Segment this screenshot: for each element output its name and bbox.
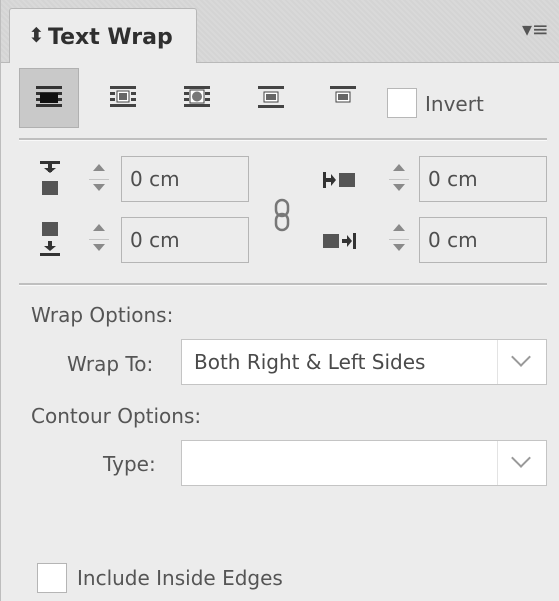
tab-text-wrap[interactable]: ⬍ Text Wrap [9,8,197,63]
chevron-down-icon[interactable] [497,441,546,485]
wrap-around-object-shape-button[interactable] [167,68,227,128]
panel-tab-bar: ⬍ Text Wrap ▾≡ [1,0,559,63]
chevron-down-icon[interactable] [497,340,546,384]
bottom-offset-icon [40,222,60,256]
top-offset-field[interactable]: 0 cm [121,156,249,202]
jump-object-button[interactable] [241,68,301,128]
text-wrap-panel: ⬍ Text Wrap ▾≡ Invert 0 cm 0 cm 0 cm 0 c… [0,0,559,601]
no-text-wrap-icon [36,86,62,107]
wrap-to-select[interactable]: Both Right & Left Sides [181,339,547,385]
wrap-to-value: Both Right & Left Sides [194,350,426,374]
right-offset-field[interactable]: 0 cm [419,217,547,263]
collapse-arrows-icon[interactable]: ⬍ [28,23,45,47]
bottom-offset-field[interactable]: 0 cm [121,217,249,263]
bottom-offset-spinner[interactable] [85,218,115,262]
link-chain-icon[interactable] [273,198,291,232]
panel-menu-icon[interactable]: ▾≡ [522,18,549,40]
top-offset-icon [40,161,60,195]
contour-options-heading: Contour Options: [31,404,202,428]
left-offset-field[interactable]: 0 cm [419,156,547,202]
left-offset-icon [323,172,355,188]
wrap-to-label: Wrap To: [67,352,154,376]
include-inside-edges-checkbox[interactable] [37,563,67,593]
jump-to-next-column-icon [330,86,356,103]
divider [19,138,547,141]
invert-checkbox[interactable] [387,88,417,118]
panel-title: Text Wrap [48,25,173,50]
jump-to-next-column-button[interactable] [313,68,373,128]
jump-object-icon [258,86,284,108]
wrap-around-bounding-box-button[interactable] [93,68,153,128]
invert-label: Invert [425,92,484,116]
right-offset-spinner[interactable] [385,218,415,262]
contour-type-select[interactable] [181,440,547,486]
wrap-around-bounding-box-icon [110,86,136,107]
top-offset-spinner[interactable] [85,158,115,202]
wrap-around-object-shape-icon [184,86,210,107]
no-text-wrap-button[interactable] [19,68,79,128]
include-inside-edges-label: Include Inside Edges [77,566,283,590]
divider [19,283,547,286]
right-offset-icon [323,233,356,249]
contour-type-label: Type: [103,452,156,476]
left-offset-spinner[interactable] [385,158,415,202]
wrap-options-heading: Wrap Options: [31,303,174,327]
